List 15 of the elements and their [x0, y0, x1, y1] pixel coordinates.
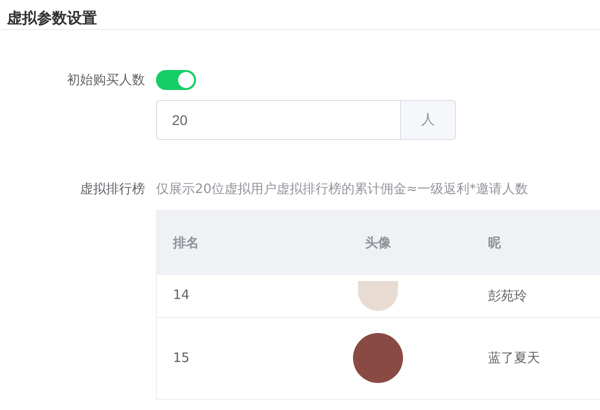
- field-label: 虚拟排行榜: [79, 181, 145, 198]
- page-title: 虚拟参数设置: [0, 0, 600, 30]
- column-header: 排名: [173, 236, 199, 251]
- avatar-placeholder: [358, 280, 398, 311]
- unit-label: 人: [401, 100, 456, 140]
- column-header: 头像: [364, 236, 391, 251]
- description-text: 仅展示20位虚拟用户虚拟排行榜的累计佣金≈一级返利*邀请人数: [156, 181, 528, 198]
- nickname-text: 彭苑玲: [488, 288, 528, 304]
- number-input[interactable]: 20: [156, 100, 401, 140]
- rank-text: 14: [173, 288, 190, 304]
- toggle-switch[interactable]: [156, 70, 196, 90]
- field-label: 初始购买人数: [66, 72, 145, 89]
- column-header: 昵: [488, 236, 502, 251]
- nickname-text: 蓝了夏天: [488, 351, 540, 366]
- rank-text: 15: [173, 350, 190, 366]
